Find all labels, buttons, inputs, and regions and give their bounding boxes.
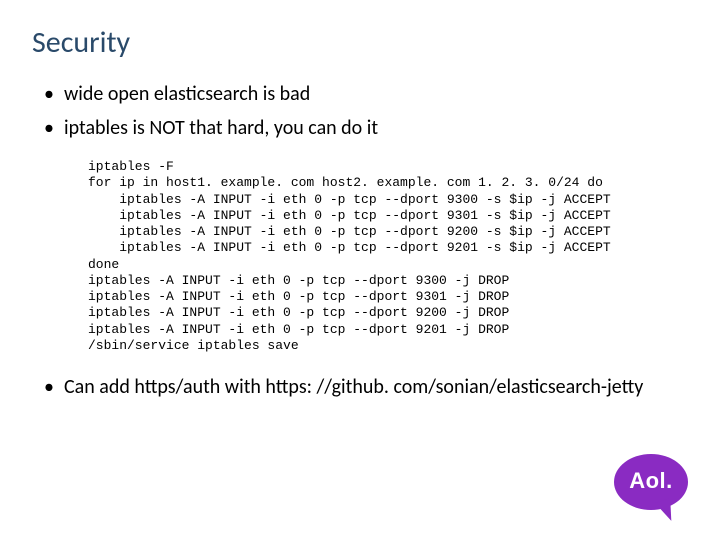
bullet-list-2: Can add https/auth with https: //github.… bbox=[42, 372, 688, 402]
speech-bubble-icon: Aol. bbox=[614, 454, 688, 510]
logo-text: Aol. bbox=[629, 468, 673, 494]
slide-title: Security bbox=[32, 24, 688, 61]
aol-logo: Aol. bbox=[608, 454, 694, 526]
bullet-item-3: Can add https/auth with https: //github.… bbox=[42, 372, 688, 402]
bullet-item-1: wide open elasticsearch is bad bbox=[42, 79, 688, 109]
code-block: iptables -F for ip in host1. example. co… bbox=[88, 159, 688, 354]
bullet-list: wide open elasticsearch is bad iptables … bbox=[42, 79, 688, 143]
bullet-item-2: iptables is NOT that hard, you can do it bbox=[42, 113, 688, 143]
